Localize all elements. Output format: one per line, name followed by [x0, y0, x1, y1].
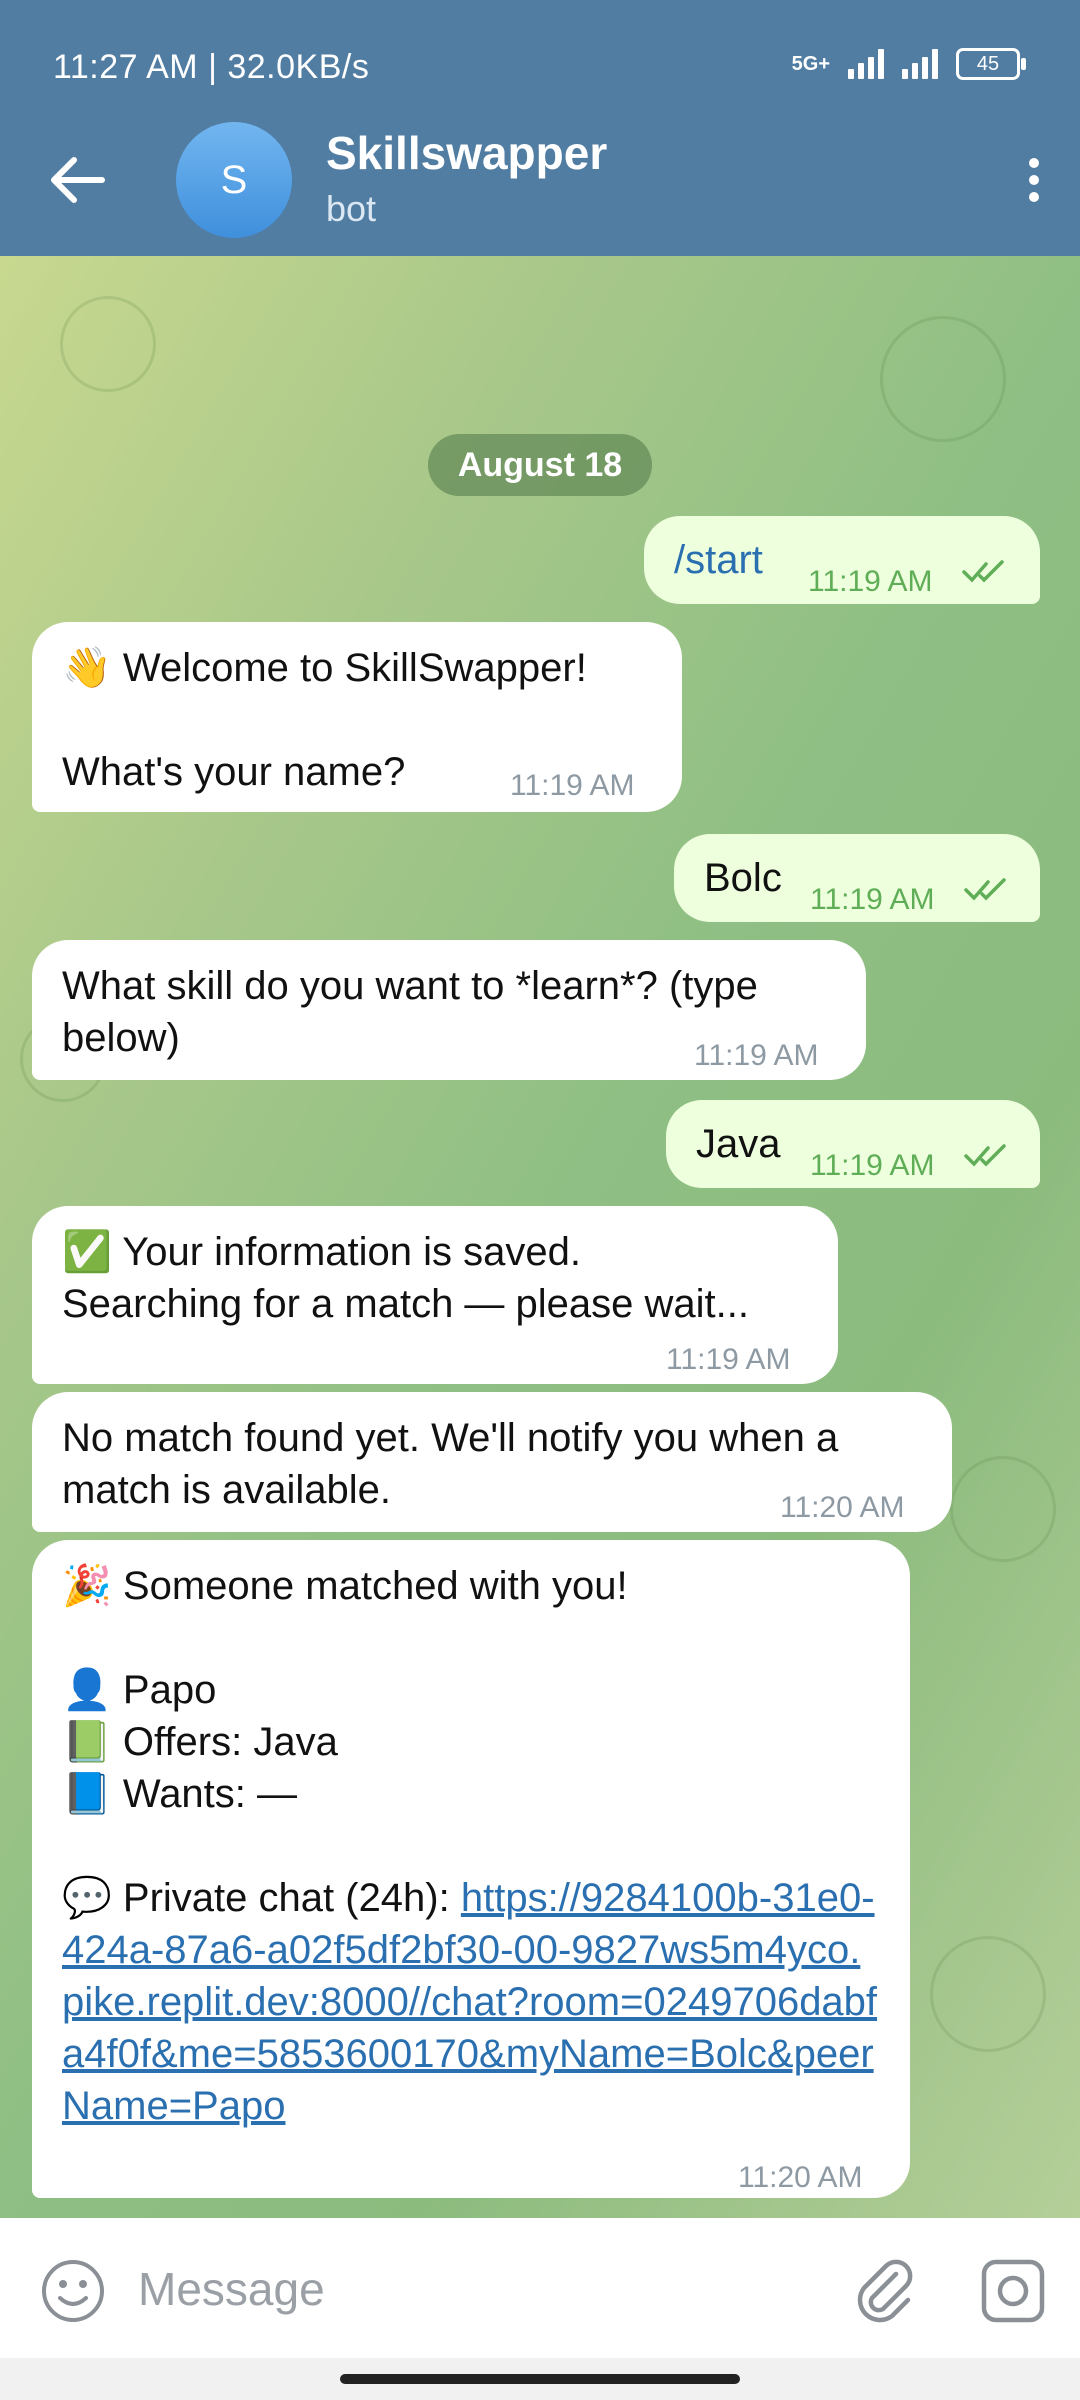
chat-header: 11:27 AM | 32.0KB/s 5G+ 45 S Skillswappe… [0, 0, 1080, 256]
double-check-icon [962, 560, 1004, 583]
smiley-icon [42, 2260, 104, 2322]
outgoing-message[interactable]: Bolc 11:19 AM [674, 834, 1040, 922]
dot-icon [1029, 175, 1039, 185]
camera-button[interactable] [980, 2258, 1046, 2324]
incoming-message[interactable]: ✅ Your information is saved. Searching f… [32, 1206, 838, 1384]
message-text: 👋 Welcome to SkillSwapper! [62, 646, 587, 690]
navigation-bar [0, 2358, 1080, 2400]
match-offers: 📗 Offers: Java [62, 1720, 338, 1764]
signal-icon [848, 49, 884, 79]
date-separator: August 18 [428, 434, 652, 496]
match-wants: 📘 Wants: — [62, 1772, 298, 1816]
status-time-speed: 11:27 AM | 32.0KB/s [53, 48, 370, 86]
private-chat-line: 💬 Private chat (24h): https://9284100b-3… [62, 1872, 880, 2132]
outgoing-message[interactable]: /start 11:19 AM [644, 516, 1040, 604]
message-time: 11:19 AM [694, 1039, 819, 1072]
more-options-button[interactable] [1014, 150, 1054, 210]
message-text: Bolc [704, 856, 782, 900]
incoming-message[interactable]: 👋 Welcome to SkillSwapper! What's your n… [32, 622, 682, 812]
message-time: 11:19 AM [808, 565, 933, 598]
network-type: 5G+ [791, 52, 830, 75]
incoming-message[interactable]: What skill do you want to *learn*? (type… [32, 940, 866, 1080]
message-text: Java [696, 1122, 781, 1166]
message-time: 11:19 AM [666, 1343, 791, 1376]
message-time: 11:19 AM [510, 769, 635, 802]
private-chat-label: 💬 Private chat (24h): [62, 1876, 461, 1920]
background-doodle [950, 1456, 1056, 1562]
status-bar: 11:27 AM | 32.0KB/s 5G+ 45 [0, 0, 1080, 128]
chat-title[interactable]: Skillswapper [326, 126, 607, 180]
message-time: 11:19 AM [810, 883, 935, 916]
incoming-message[interactable]: 🎉 Someone matched with you! 👤 Papo 📗 Off… [32, 1540, 910, 2198]
message-time: 11:20 AM [780, 1491, 905, 1524]
message-input-bar [0, 2218, 1080, 2358]
arrow-left-icon [51, 157, 105, 203]
message-input[interactable] [136, 2248, 830, 2330]
dot-icon [1029, 192, 1039, 202]
status-icons: 5G+ 45 [791, 48, 1026, 80]
message-time: 11:20 AM [738, 2161, 863, 2194]
message-text: What skill do you want to *learn*? (type [62, 964, 758, 1008]
dot-icon [1029, 158, 1039, 168]
emoji-button[interactable] [40, 2258, 106, 2324]
signal-icon-2 [902, 49, 938, 79]
camera-icon [981, 2259, 1045, 2323]
background-doodle [60, 296, 156, 392]
command-text[interactable]: /start [674, 534, 763, 586]
background-doodle [880, 316, 1006, 442]
message-time: 11:19 AM [810, 1149, 935, 1182]
home-indicator[interactable] [340, 2374, 740, 2384]
message-text: No match found yet. We'll notify you whe… [62, 1416, 839, 1460]
background-doodle [930, 1936, 1046, 2052]
incoming-message[interactable]: No match found yet. We'll notify you whe… [32, 1392, 952, 1532]
double-check-icon [964, 1144, 1006, 1167]
chat-area[interactable]: August 18 /start 11:19 AM 👋 Welcome to S… [0, 256, 1080, 2218]
match-name: 👤 Papo [62, 1668, 217, 1712]
avatar[interactable]: S [176, 122, 292, 238]
message-text: 🎉 Someone matched with you! [62, 1564, 628, 1608]
back-button[interactable] [42, 150, 114, 210]
outgoing-message[interactable]: Java 11:19 AM [666, 1100, 1040, 1188]
message-text: ✅ Your information is saved. [62, 1230, 581, 1274]
chat-subtitle: bot [326, 188, 377, 229]
paperclip-icon [857, 2259, 913, 2323]
attach-button[interactable] [850, 2254, 920, 2324]
battery-icon: 45 [956, 48, 1026, 80]
double-check-icon [964, 878, 1006, 901]
message-text: Searching for a match — please wait... [62, 1282, 749, 1326]
